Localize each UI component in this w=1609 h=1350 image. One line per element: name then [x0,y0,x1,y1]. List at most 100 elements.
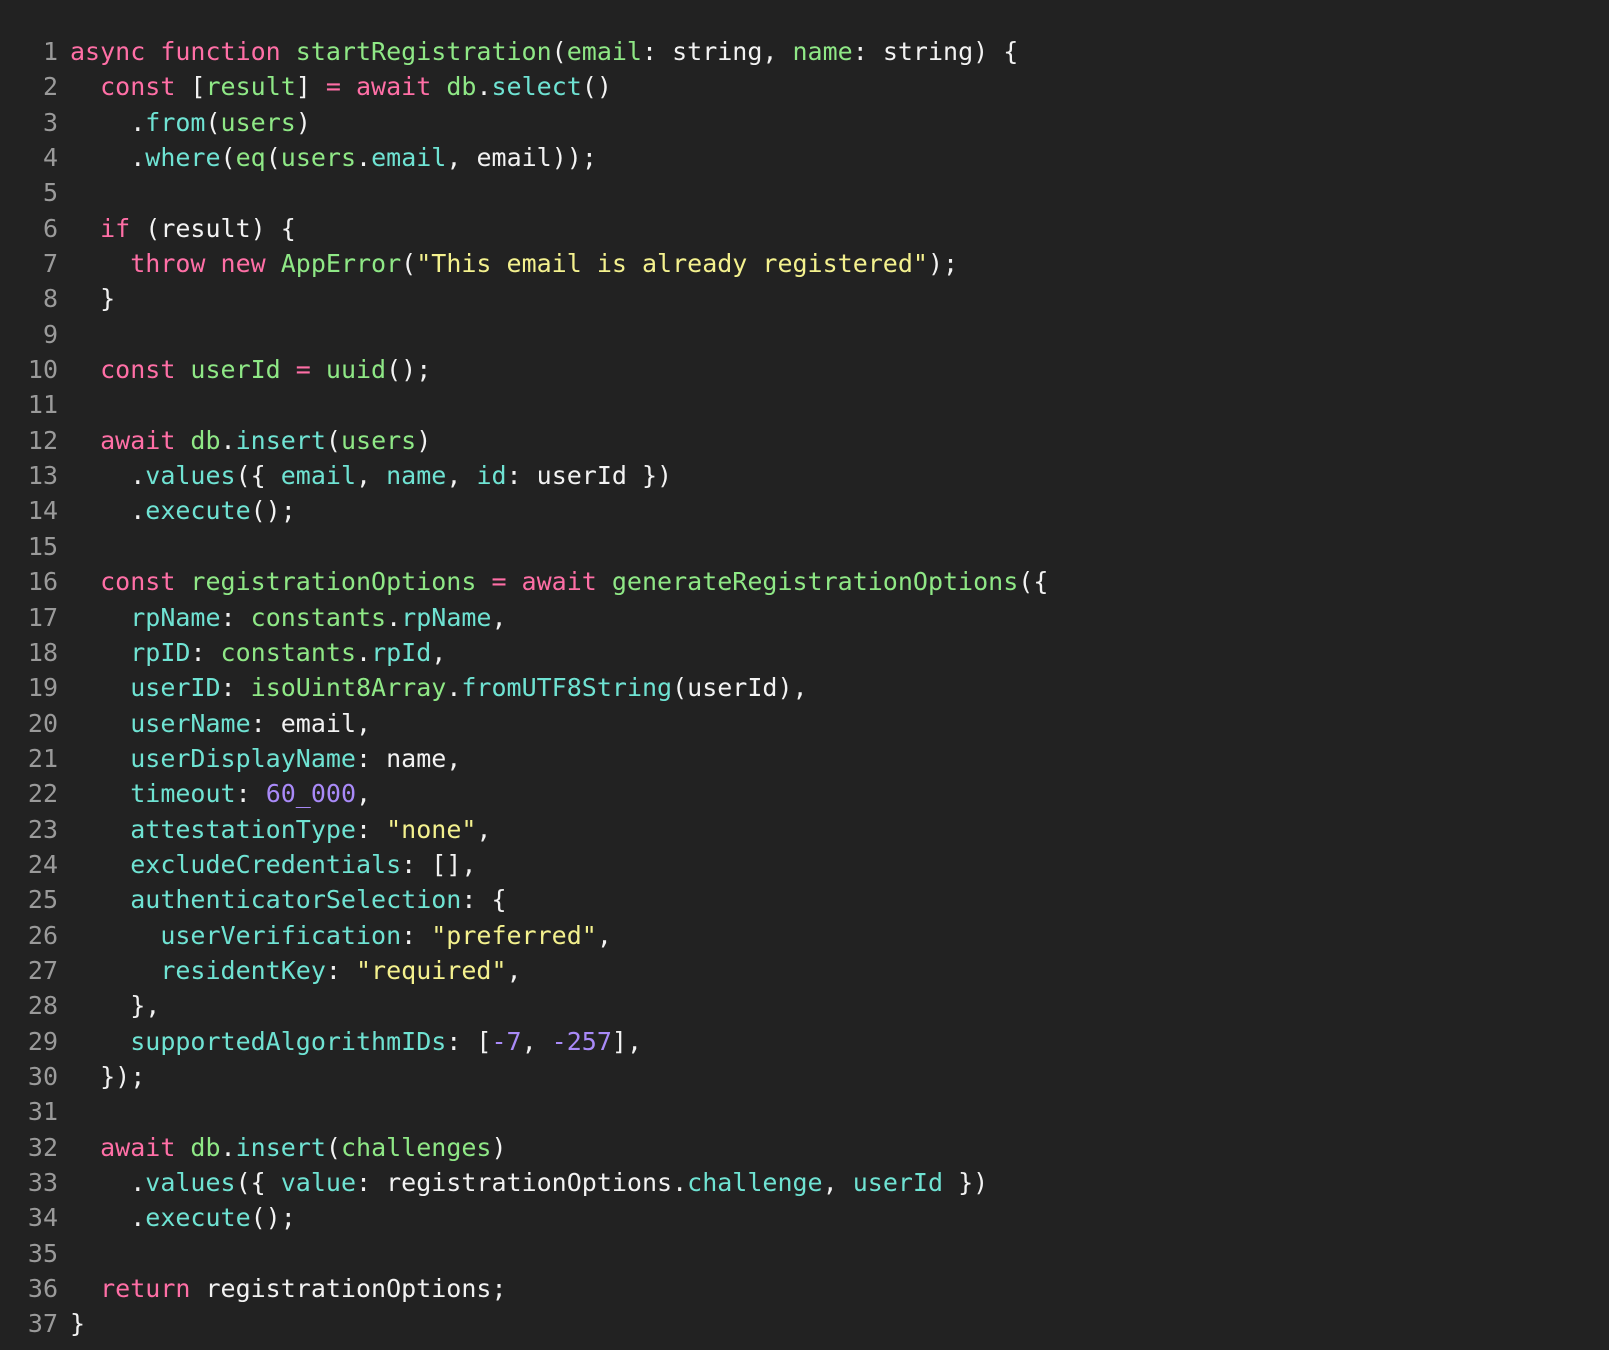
line-number: 13 [27,461,58,491]
code-line[interactable]: 20 userName: email, [0,706,1609,741]
code-token: : [356,814,387,844]
line-number: 35 [27,1238,58,1268]
code-line[interactable]: 26 userVerification: "preferred", [0,918,1609,953]
code-line[interactable]: 19 userID: isoUint8Array.fromUTF8String(… [0,670,1609,705]
line-number: 26 [27,920,58,950]
code-line[interactable]: 35 [0,1236,1609,1271]
code-line[interactable]: 12 await db.insert(users) [0,423,1609,458]
code-line[interactable]: 23 attestationType: "none", [0,812,1609,847]
code-token: ( [205,107,221,137]
code-token: registrationOptions; [205,1274,507,1304]
code-token: userID [130,673,221,703]
code-line[interactable]: 17 rpName: constants.rpName, [0,600,1609,635]
code-line[interactable]: 16 const registrationOptions = await gen… [0,564,1609,599]
code-line[interactable]: 1 async function startRegistration(email:… [0,34,1609,69]
code-token: insert [235,425,326,455]
code-token: ) [416,425,432,455]
code-token: }); [70,1061,146,1091]
code-token: : [ [446,1026,492,1056]
line-number: 29 [27,1026,58,1056]
code-line[interactable]: 7 throw new AppError("This email is alre… [0,246,1609,281]
line-number: 33 [27,1168,58,1197]
line-number: 31 [27,1097,58,1127]
code-text: .where(eq(users.email, email)); [58,140,597,175]
code-token: }, [70,991,161,1021]
code-line[interactable]: 3 .from(users) [0,105,1609,140]
code-line[interactable]: 36 return registrationOptions; [0,1271,1609,1306]
code-line[interactable]: 24 excludeCredentials: [], [0,847,1609,882]
code-token: if [100,213,146,243]
code-token: ( [325,425,341,455]
code-text: await db.insert(challenges) [58,1130,506,1165]
code-token: (userId), [672,673,808,703]
line-number: 19 [27,673,58,703]
code-token: : { [461,885,507,915]
code-token: . [70,1203,146,1233]
code-token: ( [220,143,236,173]
code-token: : [235,779,266,809]
code-line[interactable]: 29 supportedAlgorithmIDs: [-7, -257], [0,1024,1609,1059]
code-line[interactable]: 34 .execute(); [0,1200,1609,1235]
code-text: residentKey: "required", [58,953,522,988]
code-token: , [491,602,507,632]
code-token: (); [386,355,432,385]
code-line[interactable]: 11 [0,387,1609,422]
line-number: 3 [42,107,58,137]
code-line[interactable]: 5 [0,175,1609,210]
line-number: 16 [27,567,58,597]
code-line[interactable]: 33 .values({ value: registrationOptions.… [0,1165,1609,1200]
code-text: authenticatorSelection: { [58,882,507,917]
code-line[interactable]: 28 }, [0,988,1609,1023]
code-token: email [371,143,447,173]
code-token: async [70,37,161,66]
code-token: ( [551,37,567,66]
code-token: . [356,637,372,667]
code-line[interactable]: 10 const userId = uuid(); [0,352,1609,387]
code-token: excludeCredentials [130,849,402,879]
code-token: challenges [340,1132,492,1162]
code-token: , [506,955,522,985]
code-line[interactable]: 8 } [0,281,1609,316]
code-token: : string) { [852,37,1019,66]
code-line[interactable]: 27 residentKey: "required", [0,953,1609,988]
code-editor[interactable]: 1 async function startRegistration(email:… [0,34,1609,1342]
code-line[interactable]: 32 await db.insert(challenges) [0,1130,1609,1165]
code-line[interactable]: 31 [0,1094,1609,1129]
code-text: const [result] = await db.select() [58,69,612,104]
code-token: db [190,1132,221,1162]
code-text: rpName: constants.rpName, [58,600,507,635]
code-token: 60_000 [265,779,356,809]
code-token: = await [325,72,447,102]
code-line[interactable]: 13 .values({ email, name, id: userId }) [0,458,1609,493]
code-token: ] [295,72,326,102]
code-line[interactable]: 37} [0,1306,1609,1341]
code-line[interactable]: 30 }); [0,1059,1609,1094]
code-line[interactable]: 25 authenticatorSelection: { [0,882,1609,917]
code-line[interactable]: 18 rpID: constants.rpId, [0,635,1609,670]
code-line[interactable]: 4 .where(eq(users.email, email)); [0,140,1609,175]
code-text: .execute(); [58,1200,296,1235]
code-token: : [401,920,432,950]
code-line[interactable]: 22 timeout: 60_000, [0,776,1609,811]
code-token: userId [852,1168,944,1197]
code-token: id [476,461,507,491]
code-token: , [431,637,447,667]
code-line[interactable]: 21 userDisplayName: name, [0,741,1609,776]
code-line[interactable]: 6 if (result) { [0,211,1609,246]
line-number: 28 [27,991,58,1021]
code-line[interactable]: 2 const [result] = await db.select() [0,69,1609,104]
code-token: : [325,955,356,985]
code-line[interactable]: 9 [0,317,1609,352]
line-number: 12 [27,425,58,455]
line-number: 36 [27,1274,58,1304]
code-token: AppError [280,249,402,279]
code-token: db [190,425,221,455]
code-line[interactable]: 14 .execute(); [0,493,1609,528]
code-token: "This email is already registered" [416,249,928,279]
code-line[interactable]: 15 [0,529,1609,564]
code-text: .values({ value: registrationOptions.cha… [58,1165,988,1200]
